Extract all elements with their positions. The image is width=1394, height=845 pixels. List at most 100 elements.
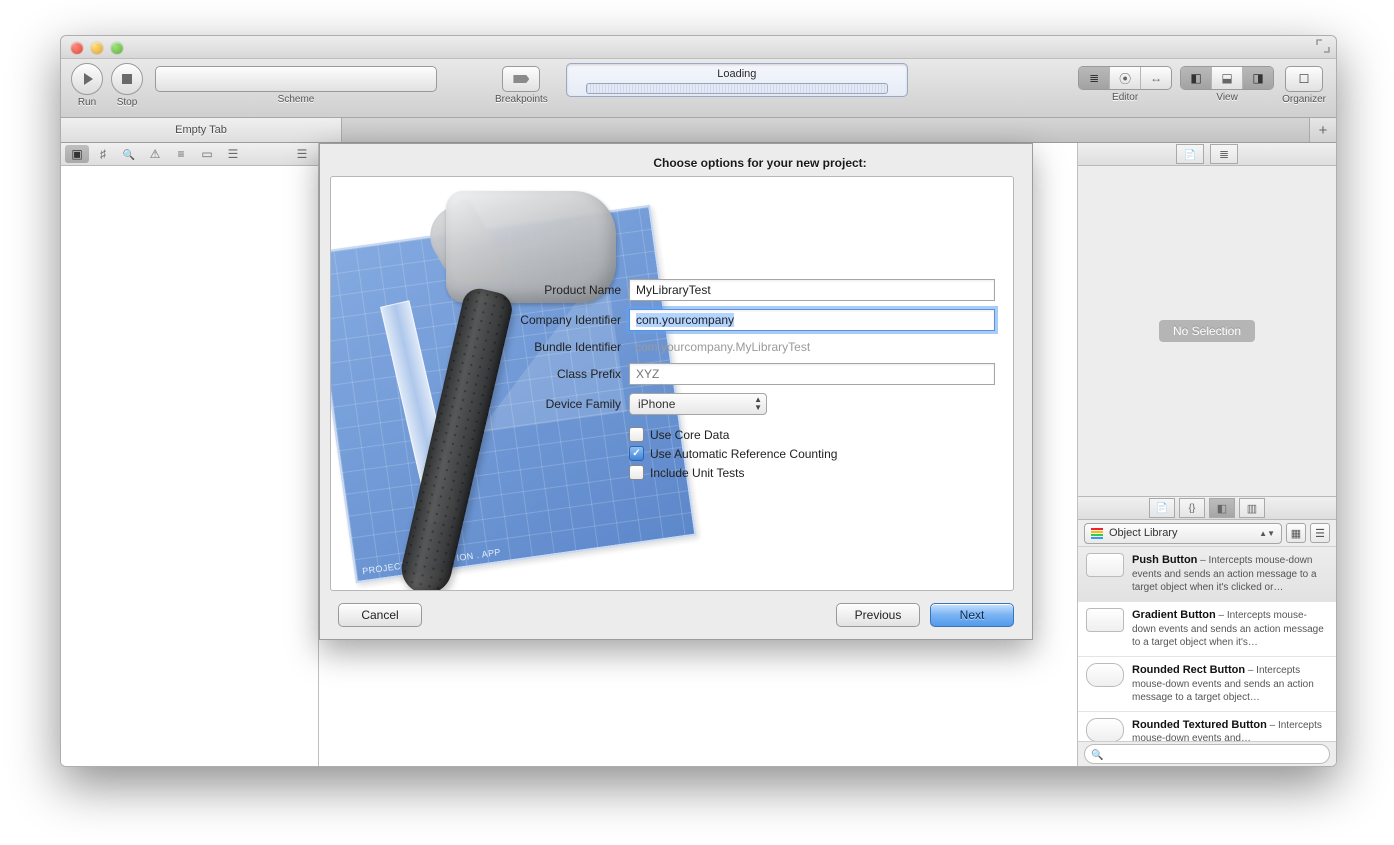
workspace: ▣ ♯ ⚠ ≡ ▭ ☰ ☰ Choose options for your ne… — [61, 143, 1336, 766]
breakpoint-navigator-icon[interactable]: ☰ — [221, 145, 245, 163]
list-item[interactable]: Gradient Button – Intercepts mouse-down … — [1078, 602, 1336, 657]
inspector-selector — [1078, 143, 1336, 166]
stop-icon — [122, 74, 132, 84]
standard-editor-icon[interactable] — [1079, 67, 1110, 89]
bundle-id-value: com.yourcompany.MyLibraryTest — [629, 339, 995, 355]
tab-empty[interactable]: Empty Tab — [61, 118, 342, 142]
project-navigator-icon[interactable]: ▣ — [65, 145, 89, 163]
object-library-list[interactable]: Push Button – Intercepts mouse-down even… — [1078, 547, 1336, 741]
breakpoints-button[interactable] — [502, 66, 540, 92]
push-button-thumb — [1086, 553, 1124, 577]
tab-bar: Empty Tab + — [61, 118, 1336, 143]
list-item[interactable]: Push Button – Intercepts mouse-down even… — [1078, 547, 1336, 602]
object-library-icon[interactable] — [1209, 498, 1235, 518]
include-tests-checkbox[interactable]: Include Unit Tests — [629, 465, 995, 480]
xcode-window: Run Stop Scheme Breakpoints Loading ⦿ ↔ … — [60, 35, 1337, 767]
library-popup-value: Object Library — [1109, 527, 1177, 539]
use-core-data-label: Use Core Data — [650, 428, 729, 442]
list-item[interactable]: Rounded Rect Button – Intercepts mouse-d… — [1078, 657, 1336, 712]
gradient-button-thumb — [1086, 608, 1124, 632]
run-button[interactable] — [71, 63, 103, 95]
class-prefix-field[interactable] — [629, 363, 995, 385]
library-filter-bar: Object Library ▲▼ — [1078, 520, 1336, 547]
previous-button[interactable]: Previous — [836, 603, 920, 627]
editor-label: Editor — [1112, 92, 1138, 103]
fullscreen-icon[interactable] — [1316, 39, 1330, 53]
include-tests-label: Include Unit Tests — [650, 466, 745, 480]
product-name-label: Product Name — [511, 283, 621, 297]
list-view-icon[interactable] — [1310, 523, 1330, 543]
close-icon[interactable] — [71, 42, 83, 54]
editor-group: ⦿ ↔ Editor — [1078, 63, 1172, 103]
library-search-bar — [1078, 741, 1336, 766]
test-navigator-icon[interactable]: ≡ — [169, 145, 193, 163]
use-arc-label: Use Automatic Reference Counting — [650, 447, 837, 461]
device-family-popup[interactable]: iPhone ▲▼ — [629, 393, 767, 415]
file-template-library-icon[interactable] — [1149, 498, 1175, 518]
run-group: Run — [71, 63, 103, 108]
editor-pane: Choose options for your new project: PRO… — [319, 143, 1077, 766]
assistant-editor-icon[interactable]: ⦿ — [1110, 67, 1141, 89]
library-search-input[interactable] — [1084, 744, 1330, 764]
device-family-label: Device Family — [511, 397, 621, 411]
bundle-id-label: Bundle Identifier — [511, 340, 621, 354]
minimize-icon[interactable] — [91, 42, 103, 54]
no-selection-badge: No Selection — [1159, 320, 1255, 342]
company-id-label: Company Identifier — [511, 313, 621, 327]
view-segmented[interactable]: ◧ ⬓ ◨ — [1180, 66, 1274, 90]
quick-help-icon[interactable] — [1210, 144, 1238, 164]
issue-navigator-icon[interactable]: ⚠ — [143, 145, 167, 163]
code-snippet-library-icon[interactable] — [1179, 498, 1205, 518]
checkbox-group: Use Core Data Use Automatic Reference Co… — [629, 427, 995, 480]
file-inspector-icon[interactable] — [1176, 144, 1204, 164]
navigator-toggle-icon[interactable]: ◧ — [1181, 67, 1212, 89]
use-core-data-checkbox[interactable]: Use Core Data — [629, 427, 995, 442]
sheet-body: PROJECT: APPLICATION . APP Product Name … — [330, 176, 1014, 591]
organizer-button[interactable]: ☐ — [1285, 66, 1323, 92]
media-library-icon[interactable] — [1239, 498, 1265, 518]
activity-viewer: Loading — [566, 63, 908, 97]
editor-segmented[interactable]: ⦿ ↔ — [1078, 66, 1172, 90]
project-options-form: Product Name Company Identifier Bundle I… — [511, 279, 995, 480]
debug-area-toggle-icon[interactable]: ⬓ — [1212, 67, 1243, 89]
scheme-group: Scheme — [155, 63, 437, 105]
chevron-updown-icon: ▲▼ — [1259, 529, 1275, 538]
use-arc-checkbox[interactable]: Use Automatic Reference Counting — [629, 446, 995, 461]
utilities-toggle-icon[interactable]: ◨ — [1243, 67, 1273, 89]
grid-view-icon[interactable] — [1286, 523, 1306, 543]
log-navigator-icon[interactable]: ☰ — [290, 145, 314, 163]
new-project-sheet: Choose options for your new project: PRO… — [319, 143, 1033, 640]
company-id-field[interactable] — [629, 309, 995, 331]
activity-text: Loading — [717, 68, 756, 80]
checkbox-icon — [629, 465, 644, 480]
organizer-label: Organizer — [1282, 94, 1326, 105]
checkbox-icon — [629, 427, 644, 442]
debug-navigator-icon[interactable]: ▭ — [195, 145, 219, 163]
class-prefix-label: Class Prefix — [511, 367, 621, 381]
stop-button[interactable] — [111, 63, 143, 95]
inspector-empty: No Selection — [1078, 166, 1336, 496]
sheet-title: Choose options for your new project: — [490, 144, 1030, 176]
zoom-icon[interactable] — [111, 42, 123, 54]
device-family-value: iPhone — [638, 397, 675, 411]
add-tab-button[interactable]: + — [1309, 118, 1336, 142]
tab-title: Empty Tab — [175, 124, 227, 136]
play-icon — [84, 73, 93, 85]
cancel-button[interactable]: Cancel — [338, 603, 422, 627]
library-bars-icon — [1091, 528, 1103, 539]
library-popup[interactable]: Object Library ▲▼ — [1084, 523, 1282, 544]
sheet-footer: Cancel Previous Next — [320, 591, 1032, 639]
list-item[interactable]: Rounded Textured Button – Intercepts mou… — [1078, 712, 1336, 741]
scheme-popup[interactable] — [155, 66, 437, 92]
chevron-updown-icon: ▲▼ — [754, 396, 762, 412]
next-button[interactable]: Next — [930, 603, 1014, 627]
search-navigator-icon[interactable] — [117, 145, 141, 163]
product-name-field[interactable] — [629, 279, 995, 301]
breakpoints-label: Breakpoints — [495, 94, 548, 105]
library-selector — [1078, 496, 1336, 520]
navigator-pane: ▣ ♯ ⚠ ≡ ▭ ☰ ☰ — [61, 143, 319, 766]
symbol-navigator-icon[interactable]: ♯ — [91, 145, 115, 163]
version-editor-icon[interactable]: ↔ — [1141, 67, 1171, 89]
checkbox-icon — [629, 446, 644, 461]
view-label: View — [1216, 92, 1238, 103]
